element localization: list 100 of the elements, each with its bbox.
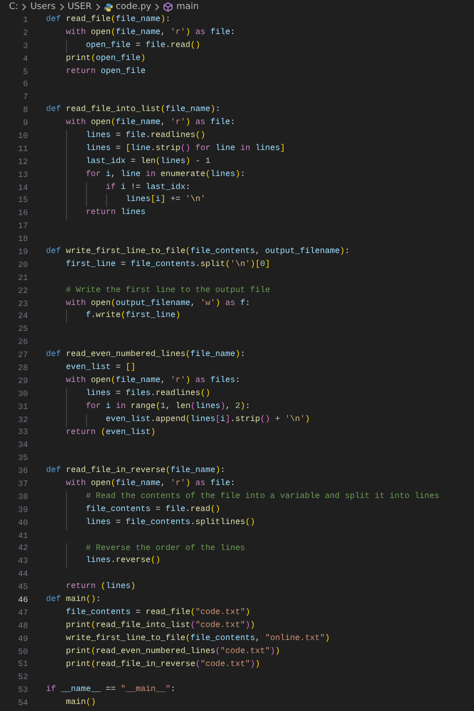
code-line: print(read_even_numbered_lines("code.txt"))	[64, 646, 280, 658]
line-number: 18	[17, 235, 28, 244]
code-line: lines[i] += '\n'	[46, 194, 206, 208]
code-line: with open(file_name, 'r') as file:	[64, 26, 236, 39]
code-line: with open(file_name, 'r') as file:	[64, 117, 236, 130]
line-number: 31	[17, 402, 28, 412]
line-number: 52	[17, 673, 28, 682]
code-line: lines = file_contents.splitlines()	[46, 516, 256, 530]
chevron-icon	[154, 3, 160, 11]
line-number: 47	[17, 608, 28, 618]
line-number: 51	[17, 660, 28, 670]
line-number: 43	[17, 557, 28, 566]
line-number: 36	[17, 467, 28, 476]
chevron-icon	[21, 3, 28, 11]
line-number: 19	[17, 248, 28, 257]
line-number: 10	[17, 132, 28, 141]
line-number: 17	[17, 222, 28, 232]
chevron-icon	[58, 3, 65, 11]
line-number: 8	[22, 106, 28, 116]
code-line: first_line = file_contents.split('\n')[0]	[64, 258, 270, 271]
line-number: 35	[17, 454, 28, 464]
line-number: 50	[17, 648, 28, 657]
code-comment: # Write the first line to the output file	[64, 284, 270, 297]
breadcrumb-item[interactable]: Users	[30, 2, 56, 12]
line-number: 45	[17, 583, 28, 592]
line-number: 38	[17, 492, 28, 502]
line-number: 20	[17, 260, 28, 270]
code-line: return open_file	[64, 66, 146, 78]
breadcrumb-item[interactable]: USER	[68, 2, 92, 12]
line-number: 22	[17, 286, 28, 296]
code-line: def main():	[46, 594, 101, 606]
code-line: for i in range(1, len(lines), 2):	[46, 400, 250, 414]
line-number: 14	[17, 184, 28, 193]
line-number: 5	[22, 68, 28, 76]
code-line: lines = files.readlines()	[46, 388, 210, 401]
code-line: def read_file_into_list(file_name):	[46, 104, 220, 116]
line-number: 33	[17, 428, 28, 438]
breadcrumb-item[interactable]: C:	[9, 2, 18, 12]
line-number: 53	[17, 686, 28, 696]
line-number: 23	[17, 300, 28, 309]
line-number: 29	[17, 376, 28, 386]
code-line: if __name__ == "__main__":	[46, 684, 176, 696]
line-number: 32	[17, 416, 28, 425]
line-number: 39	[17, 506, 28, 515]
line-number: 40	[17, 518, 28, 528]
code-line: f.write(first_line)	[46, 310, 180, 324]
code-line: def write_first_line_to_file(file_contents, output_filename):	[46, 246, 350, 258]
code-line: def read_file_in_reverse(file_name):	[46, 465, 226, 478]
line-number: 28	[17, 364, 28, 373]
line-number: 42	[17, 544, 28, 554]
code-line: def read_even_numbered_lines(file_name):	[46, 349, 246, 362]
line-number: 30	[17, 390, 28, 399]
code-line: if i != last_idx:	[46, 182, 190, 194]
line-number: 24	[17, 312, 28, 322]
code-line: lines = file.readlines()	[46, 130, 206, 143]
code-line: print(read_file_in_reverse("code.txt"))	[64, 658, 260, 671]
code-line: file_contents = read_file("code.txt")	[64, 606, 250, 619]
line-number: 25	[17, 325, 28, 334]
code-line: return lines	[46, 207, 146, 220]
code-line: file_contents = file.read()	[46, 504, 220, 517]
line-number: 2	[22, 28, 28, 38]
line-number: 3	[22, 42, 28, 51]
code-line: with open(output_filename, 'w') as f:	[64, 298, 250, 310]
code-line: for i, line in enumerate(lines):	[46, 168, 246, 182]
code-comment: # Reverse the order of the lines	[46, 542, 246, 556]
line-number: 9	[22, 119, 28, 128]
line-number: 48	[17, 622, 28, 631]
code-line: def read_file(file_name):	[46, 14, 170, 26]
python-icon	[104, 2, 113, 12]
code-line: lines.reverse()	[46, 555, 161, 568]
code-line: write_first_line_to_file(file_contents, "online.txt")	[64, 632, 330, 645]
code-line: return (even_list)	[64, 426, 156, 438]
line-number: 16	[17, 209, 28, 218]
line-number: 34	[17, 441, 28, 450]
code-line: last_idx = len(lines) - 1	[46, 156, 210, 169]
line-number: 26	[17, 338, 28, 348]
line-number: 44	[17, 570, 28, 580]
code-line: even_list.append(lines[i].strip() + '\n')	[46, 414, 310, 427]
code-line: with open(file_name, 'r') as file:	[64, 478, 236, 490]
line-number: 11	[17, 144, 28, 154]
line-number: 12	[17, 158, 28, 167]
line-number: 7	[22, 93, 28, 102]
code-line: return (lines)	[64, 581, 136, 594]
line-number: 37	[17, 480, 28, 489]
code-line: open_file = file.read()	[46, 40, 200, 53]
breadcrumb-item[interactable]: code.py	[116, 2, 152, 12]
chevron-icon	[94, 3, 101, 11]
code-comment: # Read the contents of the file into a variable and split it into lines	[46, 490, 440, 504]
line-number: 1	[22, 16, 28, 25]
line-number: 13	[17, 170, 28, 180]
code-line: even_list = []	[64, 362, 136, 374]
breadcrumb-item[interactable]: main	[176, 2, 199, 12]
line-number: 49	[17, 634, 28, 644]
code-line: with open(file_name, 'r') as files:	[64, 374, 240, 387]
code-line: lines = [line.strip() for line in lines]	[46, 142, 286, 156]
code-line: main()	[64, 697, 96, 710]
line-number: 41	[17, 532, 28, 541]
line-number: 15	[17, 196, 28, 206]
code-line: print(open_file)	[64, 52, 146, 65]
line-number: 21	[17, 274, 28, 283]
